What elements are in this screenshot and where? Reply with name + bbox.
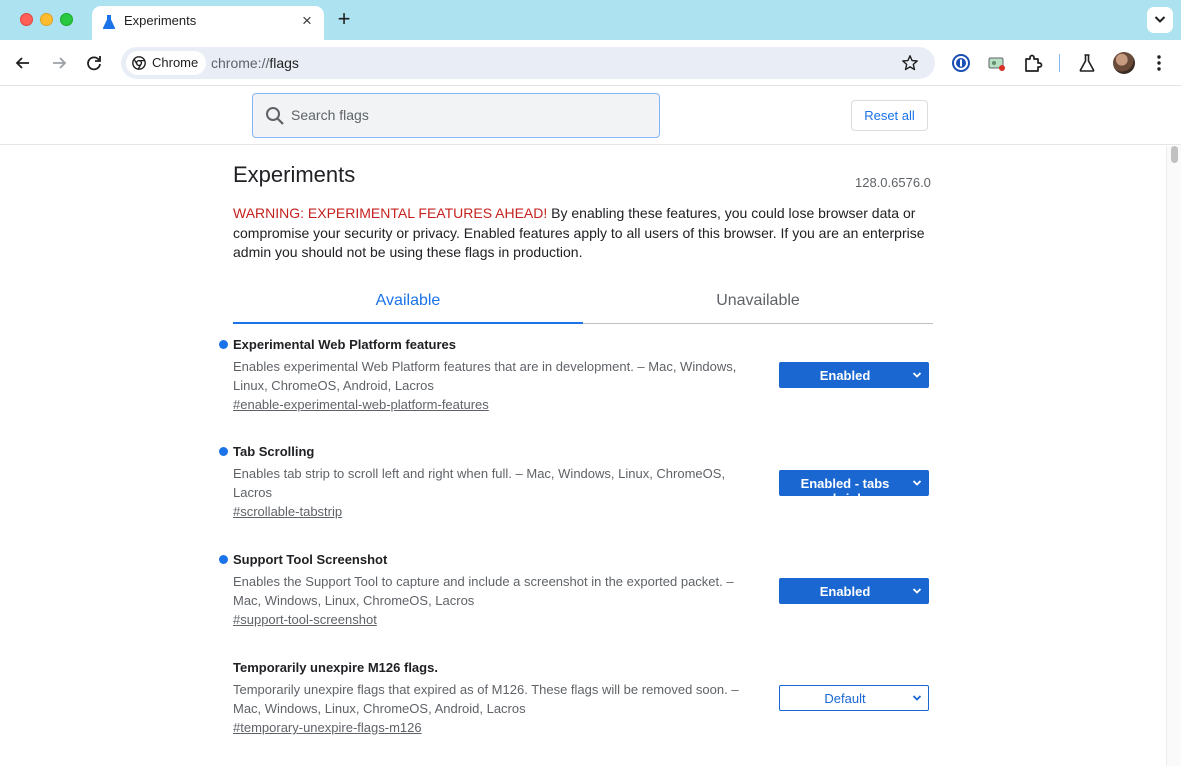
modified-indicator-dot <box>219 447 228 456</box>
forward-icon[interactable] <box>48 52 70 74</box>
flag-name: Experimental Web Platform features <box>233 337 456 352</box>
profile-avatar[interactable] <box>1113 52 1135 74</box>
flag-description: Temporarily unexpire flags that expired … <box>233 682 739 716</box>
warning-message: WARNING: EXPERIMENTAL FEATURES AHEAD! By… <box>233 204 933 263</box>
tab-title: Experiments <box>124 13 197 28</box>
labs-flask-icon[interactable] <box>1076 52 1098 74</box>
browser-toolbar: Chrome chrome://flags <box>0 40 1181 86</box>
flags-search-header: Reset all <box>0 87 1181 145</box>
zoom-window-button[interactable] <box>60 13 73 26</box>
tab-available[interactable]: Available <box>233 292 583 310</box>
flag-support-tool-screenshot: Support Tool Screenshot Enables the Supp… <box>219 552 933 629</box>
flag-state-value: Default <box>824 691 866 706</box>
page-title: Experiments <box>233 162 356 187</box>
back-icon[interactable] <box>12 52 34 74</box>
flag-permalink[interactable]: #scrollable-tabstrip <box>233 504 342 519</box>
site-info-chip[interactable]: Chrome <box>126 51 207 75</box>
chevron-down-icon <box>912 372 922 378</box>
extensions-puzzle-icon[interactable] <box>1022 52 1044 74</box>
flag-experimental-web-platform-features: Experimental Web Platform features Enabl… <box>219 337 933 414</box>
browser-tab-experiments[interactable]: Experiments × <box>92 6 324 40</box>
toolbar-separator <box>1059 54 1060 72</box>
flag-permalink[interactable]: #temporary-unexpire-flags-m126 <box>233 720 422 735</box>
modified-indicator-dot <box>219 340 228 349</box>
modified-indicator-dot <box>219 555 228 564</box>
vertical-scrollbar[interactable] <box>1166 146 1181 766</box>
site-chip-label: Chrome <box>152 55 199 70</box>
chevron-down-icon <box>912 480 922 486</box>
flag-state-select[interactable]: Enabled - tabs shrink <box>779 470 929 506</box>
warning-prefix: WARNING: EXPERIMENTAL FEATURES AHEAD! <box>233 205 548 221</box>
close-window-button[interactable] <box>20 13 33 26</box>
password-manager-icon[interactable] <box>950 52 972 74</box>
minimize-window-button[interactable] <box>40 13 53 26</box>
tab-search-button[interactable] <box>1147 7 1173 33</box>
title-bar: Experiments × + <box>0 0 1181 40</box>
flag-state-select[interactable]: Enabled <box>779 362 929 388</box>
reload-icon[interactable] <box>83 52 105 74</box>
flag-state-select[interactable]: Enabled <box>779 578 929 604</box>
search-flags-box[interactable] <box>252 93 660 138</box>
flag-state-value: Enabled <box>819 368 871 383</box>
chevron-down-icon <box>912 588 922 594</box>
url-scheme: chrome:// <box>211 55 270 71</box>
chrome-logo-icon <box>132 56 146 70</box>
flask-icon <box>102 15 116 29</box>
flag-state-value: Enabled - tabs shrink <box>800 476 890 506</box>
flag-scrollable-tabstrip: Tab Scrolling Enables tab strip to scrol… <box>219 444 933 521</box>
extension-badge-icon[interactable] <box>986 52 1008 74</box>
version-number: 128.0.6576.0 <box>855 175 931 190</box>
flags-page-content: Experiments 128.0.6576.0 WARNING: EXPERI… <box>0 146 1166 766</box>
flag-permalink[interactable]: #enable-experimental-web-platform-featur… <box>233 397 489 412</box>
active-tab-indicator <box>233 322 583 324</box>
chevron-down-icon <box>1154 16 1166 23</box>
reset-all-button[interactable]: Reset all <box>851 100 928 131</box>
flag-description: Enables the Support Tool to capture and … <box>233 574 734 608</box>
flag-description: Enables experimental Web Platform featur… <box>233 359 737 393</box>
url-path: flags <box>269 55 299 71</box>
flags-tabs: Available Unavailable <box>233 286 933 324</box>
flag-name: Tab Scrolling <box>233 444 315 459</box>
flag-name: Support Tool Screenshot <box>233 552 388 567</box>
flag-permalink[interactable]: #support-tool-screenshot <box>233 612 377 627</box>
flag-state-select[interactable]: Default <box>779 685 929 711</box>
search-icon <box>266 107 284 125</box>
address-bar[interactable]: Chrome chrome://flags <box>121 47 935 79</box>
tab-unavailable[interactable]: Unavailable <box>583 292 933 310</box>
flag-state-value: Enabled <box>819 584 871 599</box>
flag-temporary-unexpire-flags-m126: Temporarily unexpire M126 flags. Tempora… <box>233 660 933 737</box>
search-flags-input[interactable] <box>291 104 641 126</box>
flag-description: Enables tab strip to scroll left and rig… <box>233 466 726 500</box>
bookmark-star-icon[interactable] <box>901 54 919 72</box>
tab-close-icon[interactable]: × <box>298 12 316 30</box>
url-text[interactable]: chrome://flags <box>211 55 299 71</box>
chevron-down-icon <box>912 695 922 701</box>
menu-kebab-icon[interactable] <box>1148 52 1170 74</box>
flag-name: Temporarily unexpire M126 flags. <box>233 660 438 675</box>
new-tab-button[interactable]: + <box>334 8 354 30</box>
scrollbar-thumb[interactable] <box>1171 146 1178 163</box>
